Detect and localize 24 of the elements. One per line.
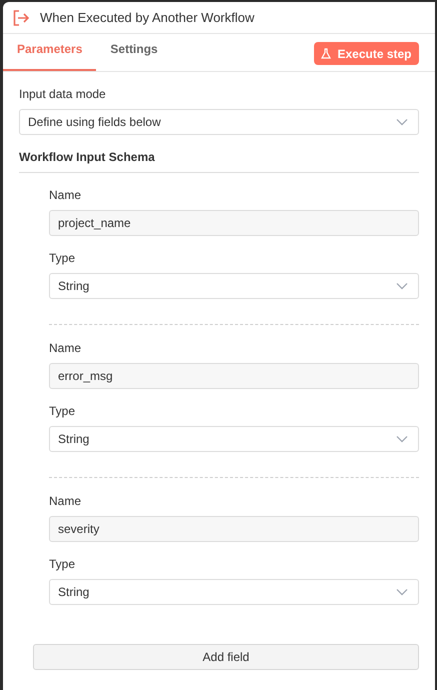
name-input[interactable]: project_name [49, 210, 419, 236]
name-input[interactable]: severity [49, 516, 419, 542]
window-title: When Executed by Another Workflow [40, 8, 254, 27]
chevron-down-icon [396, 118, 408, 126]
field-label: Name [49, 340, 82, 357]
field-label: Type [49, 556, 76, 573]
field-label: Name [49, 187, 82, 204]
name-input[interactable]: error_msg [49, 363, 419, 389]
field-label: Type [49, 403, 76, 420]
add-field-button[interactable]: Add field [33, 644, 419, 670]
field-label: Input data mode [19, 86, 107, 103]
tab[interactable]: Settings [96, 40, 172, 71]
chevron-down-icon [396, 282, 408, 290]
section-title: Workflow Input Schema [19, 150, 155, 164]
type-select[interactable]: String [49, 273, 419, 299]
flask-icon [321, 48, 332, 59]
field-label: Name [49, 493, 82, 510]
field-label: Type [49, 250, 76, 267]
chevron-down-icon [396, 435, 408, 443]
mode-select[interactable]: Define using fields below [19, 109, 419, 135]
type-select[interactable]: String [49, 426, 419, 452]
type-select[interactable]: String [49, 579, 419, 605]
chevron-down-icon [396, 588, 408, 596]
exit-arrow-icon [12, 8, 30, 26]
